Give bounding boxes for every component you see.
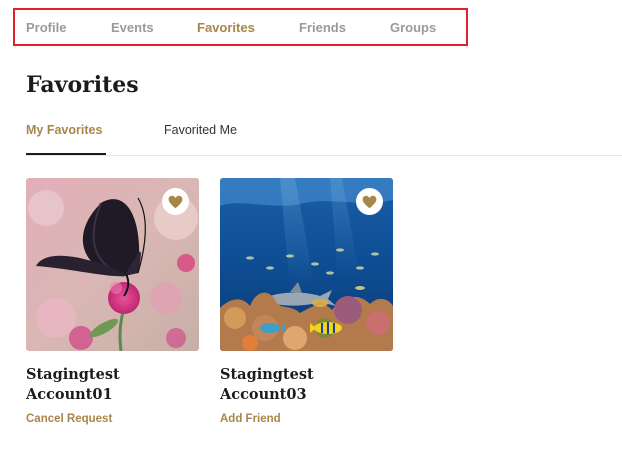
nav-events[interactable]: Events (111, 20, 154, 35)
favorite-toggle-button[interactable] (356, 188, 383, 215)
nav-groups[interactable]: Groups (390, 20, 436, 35)
profile-photo[interactable] (26, 178, 199, 351)
favorite-card: Stagingtest Account01 Cancel Request (26, 178, 199, 425)
heart-icon (168, 195, 183, 208)
nav-profile[interactable]: Profile (26, 20, 66, 35)
profile-photo[interactable] (220, 178, 393, 351)
heart-icon (362, 195, 377, 208)
member-name[interactable]: Stagingtest Account01 (26, 365, 136, 405)
cancel-request-link[interactable]: Cancel Request (26, 413, 199, 425)
favorite-card: Stagingtest Account03 Add Friend (220, 178, 393, 425)
nav-favorites[interactable]: Favorites (197, 20, 255, 35)
page-title: Favorites (26, 72, 139, 98)
favorites-tabs: My Favorites Favorited Me (26, 116, 622, 156)
active-tab-indicator (26, 153, 106, 155)
nav-friends[interactable]: Friends (299, 20, 346, 35)
tab-my-favorites[interactable]: My Favorites (26, 123, 102, 137)
add-friend-link[interactable]: Add Friend (220, 413, 393, 425)
profile-nav: Profile Events Favorites Friends Groups (13, 8, 468, 46)
favorite-toggle-button[interactable] (162, 188, 189, 215)
member-name[interactable]: Stagingtest Account03 (220, 365, 330, 405)
tab-favorited-me[interactable]: Favorited Me (164, 123, 237, 137)
